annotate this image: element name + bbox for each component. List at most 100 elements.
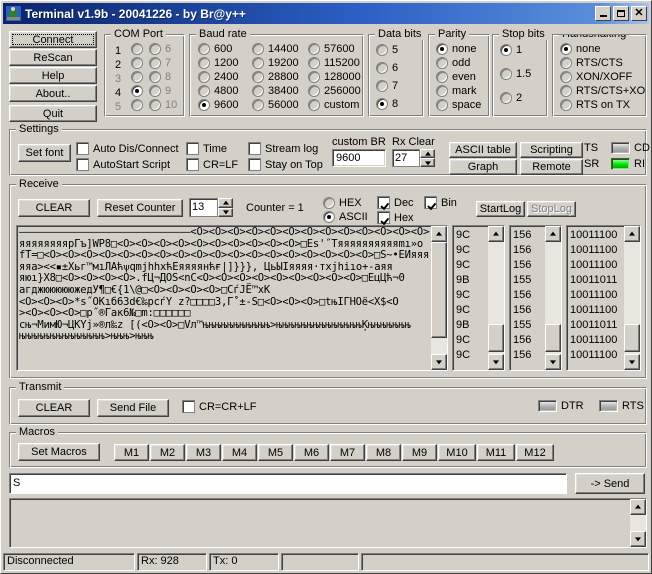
dec-scroll-up-button[interactable]: [545, 226, 561, 242]
baud-radio-28800[interactable]: 28800: [252, 71, 299, 83]
macro-button-m11[interactable]: M11: [477, 444, 515, 461]
stop-bits-radio-2[interactable]: 2: [500, 92, 522, 104]
receive-scrollbar[interactable]: [431, 226, 447, 370]
checkbox-stay-on-top[interactable]: Stay on Top: [248, 158, 323, 171]
com-port-radio-10[interactable]: 10: [149, 99, 177, 111]
bin-column-pane[interactable]: 10011100 10011100 10011100 10011011 1001…: [566, 225, 641, 371]
maximize-button[interactable]: [613, 6, 629, 21]
rts-led[interactable]: [599, 400, 618, 412]
macro-button-m9[interactable]: M9: [402, 444, 437, 461]
receive-counter-spinner[interactable]: 13: [189, 198, 233, 217]
dec-scroll-thumb[interactable]: [545, 324, 561, 352]
baud-radio-19200[interactable]: 19200: [252, 57, 299, 69]
handshaking-radio-none[interactable]: none: [560, 43, 600, 55]
hex-scroll-up-button[interactable]: [488, 226, 504, 242]
macro-button-m4[interactable]: M4: [222, 444, 257, 461]
handshaking-radio-rts-cts[interactable]: RTS/CTS: [560, 57, 623, 69]
bin-scroll-up-button[interactable]: [624, 226, 640, 242]
hex-scroll-track[interactable]: [488, 242, 504, 354]
checkbox-hex[interactable]: Hex: [377, 211, 414, 224]
receive-radio-hex[interactable]: HEX: [323, 197, 362, 209]
dec-scroll-track[interactable]: [545, 242, 561, 354]
baud-radio-256000[interactable]: 256000: [308, 85, 361, 97]
stoplog-button[interactable]: StopLog: [527, 201, 576, 217]
receive-counter-value[interactable]: 13: [189, 198, 218, 217]
baud-radio-2400[interactable]: 2400: [198, 71, 238, 83]
hex-scrollbar[interactable]: [488, 226, 504, 370]
connect-button[interactable]: Connect: [9, 31, 97, 48]
macro-button-m6[interactable]: M6: [294, 444, 329, 461]
checkbox-cr-lf[interactable]: CR=LF: [186, 158, 238, 171]
data-bits-radio-6[interactable]: 6: [376, 62, 398, 74]
stop-bits-radio-1[interactable]: 1: [500, 44, 522, 56]
rx-clear-down-button[interactable]: [420, 158, 435, 167]
com-port-radio-3[interactable]: [131, 71, 147, 83]
data-bits-radio-5[interactable]: 5: [376, 44, 398, 56]
checkbox-auto-dis-connect[interactable]: Auto Dis/Connect: [76, 142, 179, 155]
receive-scroll-thumb[interactable]: [431, 242, 447, 338]
com-port-radio-8[interactable]: 8: [149, 71, 171, 83]
checkbox-stream-log[interactable]: Stream log: [248, 142, 318, 155]
com-port-radio-7[interactable]: 7: [149, 57, 171, 69]
rx-clear-spinner[interactable]: 27: [392, 149, 435, 167]
baud-radio-115200[interactable]: 115200: [308, 57, 360, 69]
dec-scroll-down-button[interactable]: [545, 354, 561, 370]
dtr-led[interactable]: [538, 400, 557, 412]
bin-scroll-down-button[interactable]: [624, 354, 640, 370]
remote-button[interactable]: Remote: [520, 159, 583, 175]
baud-radio-600[interactable]: 600: [198, 43, 232, 55]
rx-clear-up-button[interactable]: [420, 149, 435, 158]
macro-button-m5[interactable]: M5: [258, 444, 293, 461]
baud-radio-38400[interactable]: 38400: [252, 85, 299, 97]
about-button[interactable]: About..: [9, 85, 97, 102]
parity-radio-odd[interactable]: odd: [436, 57, 470, 69]
scripting-button[interactable]: Scripting: [520, 142, 583, 158]
receive-scroll-down-button[interactable]: [431, 354, 447, 370]
transmit-log-scrollbar[interactable]: [630, 499, 646, 547]
ascii-table-button[interactable]: ASCII table: [449, 142, 517, 158]
send-file-button[interactable]: Send File: [97, 399, 169, 417]
receive-clear-button[interactable]: CLEAR: [18, 199, 90, 217]
com-port-radio-9[interactable]: 9: [149, 85, 171, 97]
transmit-log-scroll-up-button[interactable]: [630, 499, 646, 515]
baud-radio-custom[interactable]: custom: [308, 99, 359, 111]
macro-button-m1[interactable]: M1: [114, 444, 149, 461]
receive-radio-ascii[interactable]: ASCII: [323, 211, 368, 223]
checkbox-cr-cr-lf[interactable]: CR=CR+LF: [182, 400, 256, 413]
receive-scroll-track[interactable]: [431, 242, 447, 354]
macro-button-m10[interactable]: M10: [438, 444, 476, 461]
dec-column-pane[interactable]: 156 156 156 155 156 156 155 156 156: [509, 225, 562, 371]
startlog-button[interactable]: StartLog: [476, 201, 525, 217]
help-button[interactable]: Help: [9, 67, 97, 84]
bin-scroll-thumb[interactable]: [624, 324, 640, 352]
handshaking-radio-rts-cts-xon-xoff[interactable]: RTS/CTS+XON/XOFF: [560, 85, 646, 97]
bin-scroll-track[interactable]: [624, 242, 640, 354]
graph-button[interactable]: Graph: [449, 159, 517, 175]
transmit-clear-button[interactable]: CLEAR: [18, 399, 90, 417]
macro-button-m3[interactable]: M3: [186, 444, 221, 461]
parity-radio-none[interactable]: none: [436, 43, 476, 55]
data-bits-radio-7[interactable]: 7: [376, 80, 398, 92]
handshaking-radio-rts-on-tx[interactable]: RTS on TX: [560, 99, 630, 111]
receive-counter-up-button[interactable]: [218, 198, 233, 208]
hex-column-pane[interactable]: 9C 9C 9C 9B 9C 9C 9B 9C 9C: [452, 225, 505, 371]
baud-radio-4800[interactable]: 4800: [198, 85, 238, 97]
receive-scroll-up-button[interactable]: [431, 226, 447, 242]
checkbox-dec[interactable]: Dec: [377, 196, 414, 209]
set-font-button[interactable]: Set font: [18, 144, 71, 162]
baud-radio-9600[interactable]: 9600: [198, 99, 238, 111]
receive-text-pane[interactable]: ————————————————————————————<O><O><O><O>…: [16, 225, 448, 371]
com-port-radio-6[interactable]: 6: [149, 43, 171, 55]
transmit-log-scroll-track[interactable]: [630, 515, 646, 531]
data-bits-radio-8[interactable]: 8: [376, 98, 398, 110]
checkbox-bin[interactable]: Bin: [424, 196, 457, 209]
rescan-button[interactable]: ReScan: [9, 49, 97, 66]
handshaking-radio-xon-xoff[interactable]: XON/XOFF: [560, 71, 632, 83]
transmit-log-pane[interactable]: [9, 498, 647, 548]
custom-br-input[interactable]: 9600: [332, 149, 386, 167]
checkbox-time[interactable]: Time: [186, 142, 227, 155]
baud-radio-128000[interactable]: 128000: [308, 71, 361, 83]
baud-radio-1200[interactable]: 1200: [198, 57, 238, 69]
parity-radio-space[interactable]: space: [436, 99, 481, 111]
macro-button-m2[interactable]: M2: [150, 444, 185, 461]
